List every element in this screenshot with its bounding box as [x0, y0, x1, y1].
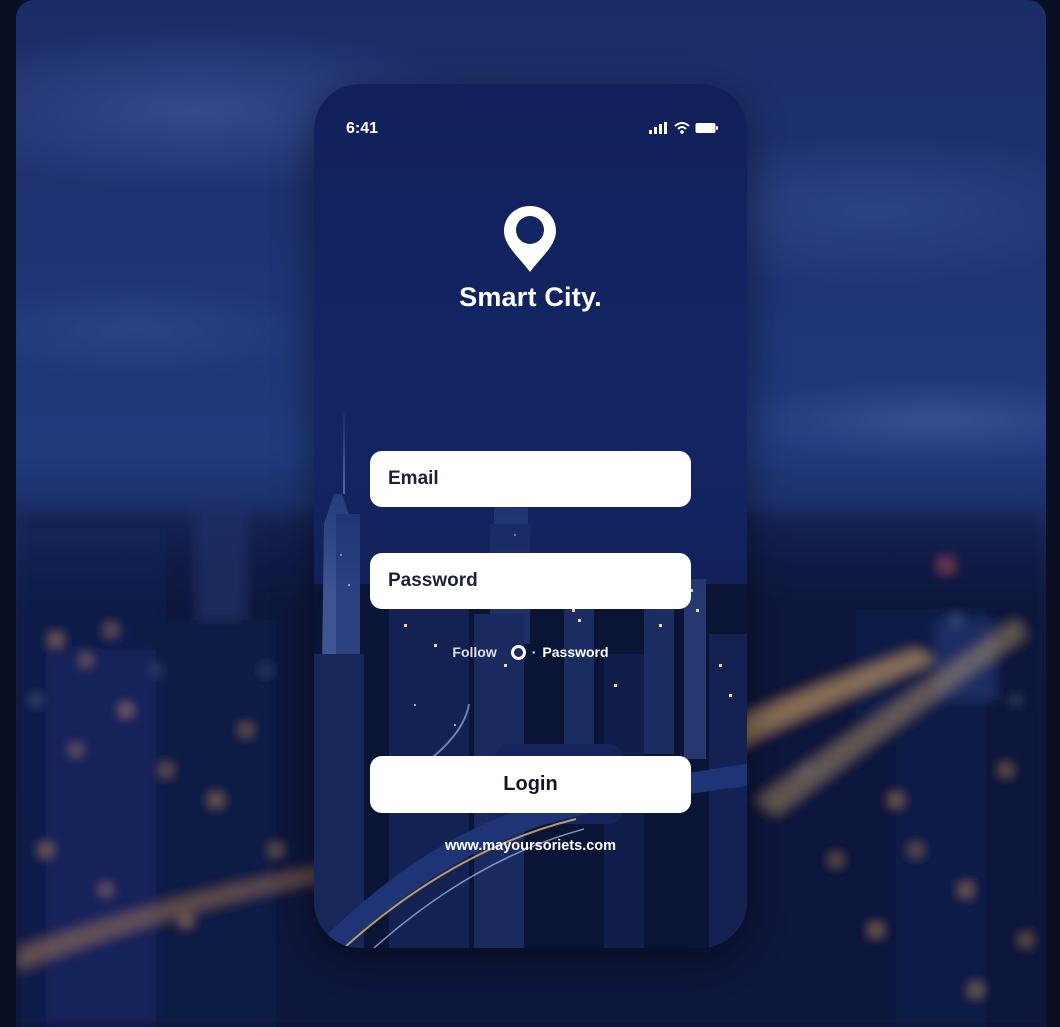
status-time: 6:41: [346, 120, 379, 137]
radio-icon[interactable]: [510, 644, 526, 660]
follow-option[interactable]: Follow: [452, 644, 496, 660]
options-row: Follow · Password: [314, 644, 747, 660]
website-link[interactable]: www.mayoursoriets.com: [314, 838, 747, 854]
phone-login-screen: 6:41 Smart City. Follo: [314, 84, 747, 948]
login-button[interactable]: Login: [370, 756, 691, 813]
battery-icon: [695, 123, 718, 133]
status-bar: 6:41: [314, 84, 747, 144]
location-pin-icon: [504, 206, 556, 272]
password-option-label: Password: [542, 644, 609, 660]
wifi-icon: [674, 122, 690, 134]
separator-dot: ·: [531, 644, 537, 660]
status-icons: [649, 122, 719, 134]
email-field[interactable]: [370, 451, 691, 507]
app-title: Smart City.: [459, 282, 602, 312]
follow-option-label: Follow: [452, 644, 497, 660]
signal-icon: [649, 122, 667, 134]
password-option[interactable]: · Password: [510, 644, 609, 660]
password-field[interactable]: [370, 553, 691, 609]
